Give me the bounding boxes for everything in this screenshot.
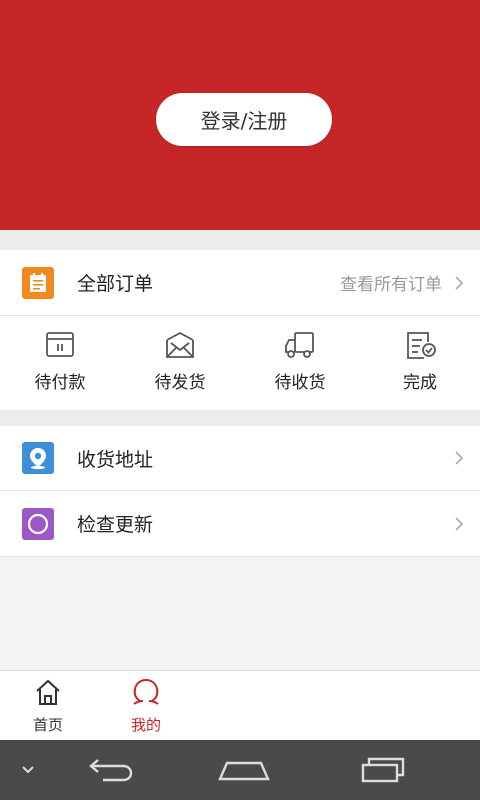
menu-item-label: 收货地址 — [77, 448, 154, 471]
menu-item-address[interactable]: 收货地址 — [0, 426, 480, 490]
login-register-button[interactable]: 登录/注册 — [156, 93, 332, 146]
status-label: 完成 — [403, 373, 437, 393]
view-all-orders-link[interactable]: 查看所有订单 — [340, 270, 442, 295]
tab-home[interactable]: 首页 — [0, 671, 96, 741]
home-nav-icon[interactable] — [212, 740, 276, 800]
chevron-right-icon — [455, 516, 464, 531]
back-icon[interactable] — [78, 740, 138, 800]
tab-label: 我的 — [130, 716, 161, 734]
status-label: 待收货 — [274, 373, 326, 393]
all-orders-label: 全部订单 — [77, 273, 154, 295]
chevron-right-icon — [455, 451, 464, 465]
tab-mine[interactable]: 我的 — [98, 671, 194, 741]
user-icon — [133, 678, 159, 705]
location-pin-icon — [22, 442, 54, 474]
menu-item-label: 检查更新 — [77, 514, 154, 536]
profile-header: 登录/注册 — [0, 0, 480, 230]
status-completed[interactable]: 完成 — [360, 316, 480, 410]
status-label: 待发货 — [154, 373, 206, 393]
order-status-bar: 待付款 待发货 待收货 完成 — [0, 316, 480, 410]
section-spacer — [0, 230, 480, 250]
all-orders-row[interactable]: 全部订单 查看所有订单 — [0, 250, 480, 315]
chevron-right-icon — [455, 275, 464, 290]
wallet-icon — [46, 332, 74, 357]
bottom-tab-bar: 首页 我的 — [0, 670, 480, 741]
refresh-circle-icon — [22, 507, 54, 540]
divider — [0, 556, 480, 557]
status-pending-receipt[interactable]: 待收货 — [240, 316, 360, 410]
home-icon — [36, 679, 60, 705]
status-label: 待付款 — [34, 373, 86, 393]
truck-icon — [285, 332, 314, 358]
status-pending-shipment[interactable]: 待发货 — [120, 316, 240, 410]
keyboard-hide-icon[interactable] — [12, 740, 44, 800]
orders-list-icon — [22, 266, 54, 299]
tab-label: 首页 — [32, 716, 63, 734]
checklist-icon — [407, 332, 436, 359]
recent-apps-icon[interactable] — [352, 740, 412, 800]
status-pending-payment[interactable]: 待付款 — [0, 316, 120, 410]
system-navigation-bar — [0, 740, 480, 800]
envelope-box-icon — [166, 331, 194, 358]
menu-item-check-update[interactable]: 检查更新 — [0, 491, 480, 556]
section-spacer — [0, 410, 480, 426]
